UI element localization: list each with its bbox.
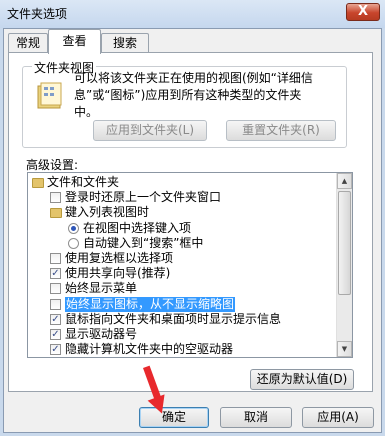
radio-button[interactable] <box>68 222 79 234</box>
option-label: 使用共享向导(推荐) <box>65 266 171 281</box>
description-line: 息”或“图标”)应用到所有这种类型的文件夹 <box>74 88 302 102</box>
ok-button[interactable]: 确定 <box>139 407 209 428</box>
option-label: 隐藏计算机文件夹中的空驱动器 <box>65 342 234 357</box>
reset-folders-button[interactable]: 重置文件夹(R) <box>226 120 336 141</box>
checkbox[interactable]: ✓ <box>50 329 61 340</box>
option-label: 始终显示图标，从不显示缩略图 <box>65 296 236 312</box>
checkbox[interactable]: ✓ <box>50 268 61 280</box>
option-label: 登录时还原上一个文件夹窗口 <box>65 190 222 205</box>
description-line: 中。 <box>74 105 99 119</box>
scroll-thumb[interactable] <box>338 191 351 295</box>
cancel-button[interactable]: 取消 <box>220 407 292 428</box>
tab-general[interactable]: 常规 <box>8 33 48 53</box>
restore-defaults-button[interactable]: 还原为默认值(D) <box>250 369 354 390</box>
checkbox[interactable]: ✓ <box>50 344 61 356</box>
checkbox[interactable] <box>50 298 61 310</box>
option-label: 文件和文件夹 <box>47 175 120 189</box>
checkbox[interactable] <box>50 192 61 204</box>
scroll-down-icon[interactable]: ▼ <box>337 341 352 357</box>
vertical-scrollbar[interactable]: ▲ ▼ <box>336 173 352 357</box>
scroll-up-icon[interactable]: ▲ <box>337 173 352 189</box>
option-label: 始终显示菜单 <box>65 281 138 296</box>
window-title: 文件夹选项 <box>7 7 68 21</box>
folder-icon <box>32 178 44 188</box>
close-button[interactable]: X <box>346 3 380 21</box>
folder-icon <box>37 82 62 109</box>
checkbox[interactable] <box>50 253 61 264</box>
folder-icon <box>50 208 62 219</box>
option-label: 隐藏受保护的操作系统文件(推荐) <box>65 357 242 358</box>
option-label: 显示驱动器号 <box>65 327 138 341</box>
checkbox[interactable]: ✓ <box>50 313 61 325</box>
description-line: 可以将该文件夹正在使用的视图(例如“详细信 <box>74 71 313 85</box>
tab-view[interactable]: 查看 <box>48 29 101 54</box>
folder-views-description: 可以将该文件夹正在使用的视图(例如“详细信 息”或“图标”)应用到所有这种类型的… <box>74 70 344 121</box>
advanced-settings-list[interactable]: 文件和文件夹 登录时还原上一个文件夹窗口 键入列表视图时 在视图中选择键入项 自动键入到… <box>27 172 353 358</box>
apply-button[interactable]: 应用(A) <box>302 407 374 428</box>
option-label: 鼠标指向文件夹和桌面项时显示提示信息 <box>65 311 282 326</box>
option-label: 使用复选框以选择项 <box>65 251 174 265</box>
tab-search[interactable]: 搜索 <box>101 33 149 53</box>
checkbox[interactable] <box>50 283 61 295</box>
option-label: 键入列表视图时 <box>65 205 150 220</box>
advanced-settings-label: 高级设置: <box>26 158 79 172</box>
apply-to-folders-button[interactable]: 应用到文件夹(L) <box>93 120 207 141</box>
option-label: 自动键入到“搜索”框中 <box>83 235 204 250</box>
option-label: 在视图中选择键入项 <box>83 220 192 235</box>
radio-button[interactable] <box>68 237 79 249</box>
title-bar: 文件夹选项 X <box>0 0 385 28</box>
